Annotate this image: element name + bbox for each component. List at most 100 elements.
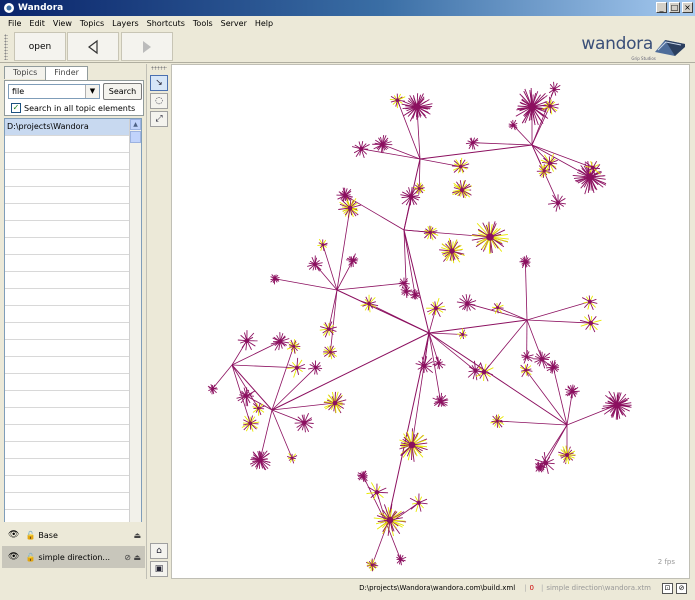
graph-edge — [419, 144, 533, 160]
topic-node[interactable] — [456, 294, 477, 312]
lock-icon[interactable]: 🔓 — [25, 531, 35, 540]
topic-graph[interactable] — [172, 65, 689, 578]
topic-node[interactable] — [521, 350, 534, 364]
menu-layers[interactable]: Layers — [108, 19, 142, 28]
topic-node[interactable] — [558, 445, 576, 465]
menu-topics[interactable]: Topics — [76, 19, 108, 28]
minimize-button[interactable]: _ — [656, 2, 667, 13]
topic-node[interactable] — [409, 493, 428, 513]
menu-tools[interactable]: Tools — [189, 19, 217, 28]
layer-controls-icon[interactable]: ⊘ ⏏ — [124, 553, 141, 562]
topic-node[interactable] — [572, 160, 607, 195]
topic-node[interactable] — [491, 302, 504, 314]
topic-node[interactable] — [351, 141, 370, 159]
topic-node[interactable] — [322, 345, 337, 360]
menu-server[interactable]: Server — [217, 19, 251, 28]
topic-node[interactable] — [401, 93, 433, 122]
topic-node[interactable] — [237, 330, 258, 351]
topic-node[interactable] — [547, 194, 566, 212]
list-item[interactable]: D:\projects\Wandora — [5, 119, 131, 136]
menu-edit[interactable]: Edit — [25, 19, 49, 28]
topic-node[interactable] — [241, 415, 260, 432]
lock-icon[interactable]: 🔓 — [25, 553, 35, 562]
menu-help[interactable]: Help — [251, 19, 277, 28]
topic-node[interactable] — [519, 255, 531, 269]
eye-icon[interactable]: 👁 — [8, 552, 19, 562]
topic-node[interactable] — [365, 558, 379, 572]
search-all-checkbox[interactable]: ✓ — [11, 103, 21, 113]
topic-node[interactable] — [515, 87, 552, 126]
topic-node[interactable] — [366, 482, 389, 500]
search-button[interactable]: Search — [103, 83, 142, 100]
topic-node[interactable] — [432, 392, 449, 407]
topic-node[interactable] — [579, 314, 602, 333]
result-scrollbar[interactable]: ▲ ▼ — [129, 119, 141, 581]
maximize-button[interactable]: □ — [669, 2, 680, 13]
topic-node[interactable] — [357, 470, 368, 483]
select-tool-icon[interactable]: ↘ — [150, 75, 168, 91]
reset-icon[interactable]: ⊡ — [662, 582, 673, 594]
layer-controls-icon[interactable]: ⏏ — [133, 531, 141, 540]
search-input[interactable]: file ▼ — [8, 84, 100, 99]
topic-node[interactable] — [415, 356, 434, 374]
graph-canvas[interactable]: 2 fps — [171, 64, 690, 579]
lasso-tool-icon[interactable]: ◌ — [150, 93, 168, 109]
topic-node[interactable] — [439, 237, 465, 264]
topic-node[interactable] — [426, 298, 446, 318]
topic-node[interactable] — [252, 402, 266, 416]
topic-node[interactable] — [270, 332, 290, 351]
topic-node[interactable] — [601, 391, 632, 420]
topic-node[interactable] — [471, 221, 509, 254]
topic-node[interactable] — [533, 350, 551, 369]
chevron-down-icon[interactable]: ▼ — [85, 85, 99, 98]
topic-node[interactable] — [270, 274, 280, 285]
topic-node[interactable] — [548, 81, 561, 97]
topic-node[interactable] — [319, 321, 337, 338]
topic-node[interactable] — [286, 339, 301, 354]
open-button[interactable]: open — [14, 32, 66, 61]
topic-node[interactable] — [236, 387, 256, 407]
topic-node[interactable] — [373, 503, 407, 537]
topic-node[interactable] — [307, 255, 323, 272]
close-button[interactable]: × — [682, 2, 693, 13]
tab-finder[interactable]: Finder — [45, 66, 88, 80]
topic-node[interactable] — [396, 554, 407, 566]
layer-row-simple-direction[interactable]: 👁 🔓 simple direction... ⊘ ⏏ — [2, 546, 145, 568]
menu-shortcuts[interactable]: Shortcuts — [143, 19, 189, 28]
screenshot-icon[interactable]: ▣ — [150, 561, 168, 577]
toolbar-grip[interactable] — [4, 34, 8, 60]
topic-node[interactable] — [346, 253, 359, 268]
topic-node[interactable] — [465, 137, 480, 150]
topic-node[interactable] — [372, 134, 393, 154]
topic-node[interactable] — [287, 453, 298, 464]
scroll-up-icon[interactable]: ▲ — [130, 119, 141, 130]
layer-row-base[interactable]: 👁 🔓 Base ⏏ — [2, 524, 145, 546]
topic-node[interactable] — [389, 93, 406, 109]
topic-node[interactable] — [400, 186, 421, 206]
forward-arrow-icon — [143, 40, 151, 53]
topic-node[interactable] — [207, 384, 218, 395]
topic-node[interactable] — [564, 384, 580, 399]
topic-node[interactable] — [519, 363, 533, 378]
menu-view[interactable]: View — [49, 19, 76, 28]
topic-node[interactable] — [546, 359, 560, 374]
edge-tool-icon[interactable]: ⤢ — [150, 111, 168, 127]
topic-node[interactable] — [317, 238, 328, 251]
topic-node[interactable] — [581, 295, 598, 310]
tool-grip[interactable] — [151, 66, 167, 70]
topic-node[interactable] — [360, 294, 379, 313]
topic-node[interactable] — [398, 277, 410, 289]
tab-topics[interactable]: Topics — [4, 66, 47, 79]
eye-icon[interactable]: 👁 — [8, 530, 19, 540]
scroll-thumb[interactable] — [130, 131, 141, 143]
topic-node[interactable] — [457, 328, 468, 340]
topic-node[interactable] — [323, 391, 347, 414]
stop-icon[interactable]: ⊘ — [676, 582, 687, 594]
topic-node[interactable] — [249, 450, 271, 471]
zoom-fit-icon[interactable]: ⌂ — [150, 543, 168, 559]
topic-node[interactable] — [294, 412, 314, 433]
menu-file[interactable]: File — [4, 19, 25, 28]
forward-button[interactable] — [121, 32, 173, 61]
back-button[interactable] — [67, 32, 119, 61]
topic-node[interactable] — [451, 179, 473, 199]
